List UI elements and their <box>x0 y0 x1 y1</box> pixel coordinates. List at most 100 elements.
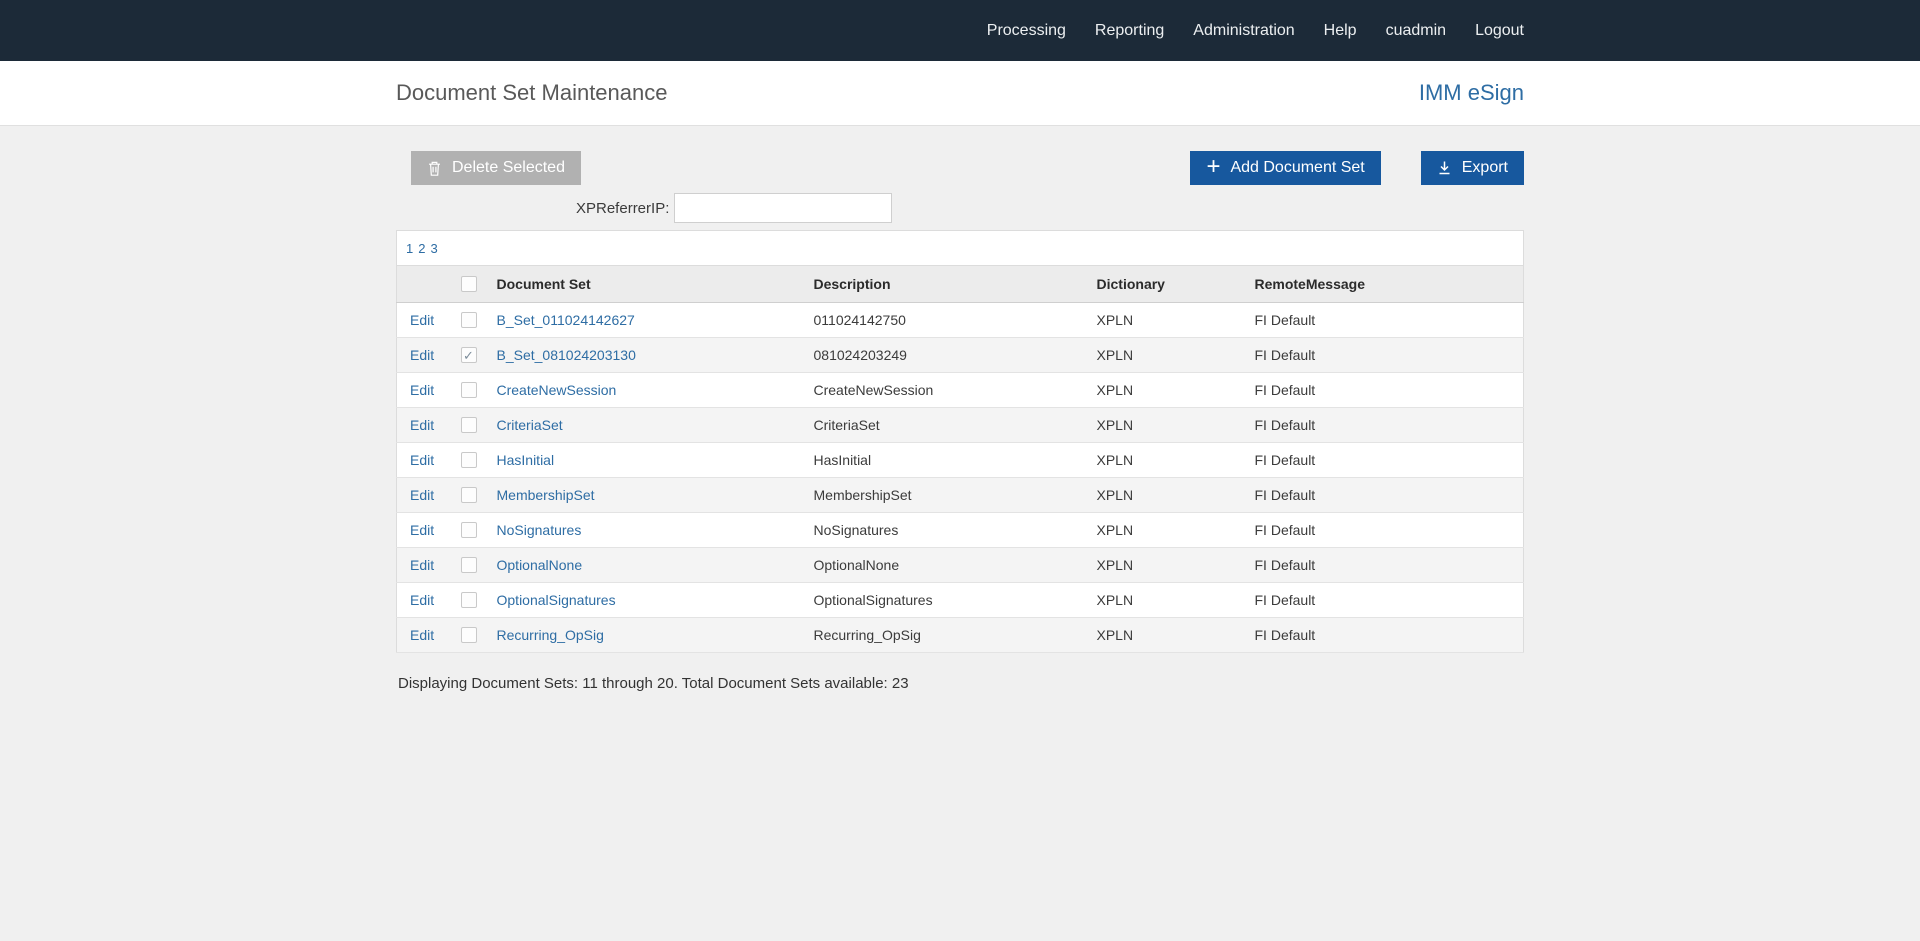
remote-message-cell: FI Default <box>1255 617 1524 652</box>
export-button[interactable]: Export <box>1421 151 1524 185</box>
export-label: Export <box>1462 159 1508 177</box>
edit-link[interactable]: Edit <box>397 487 434 503</box>
page-link-2[interactable]: 2 <box>418 241 425 256</box>
xpreferrerip-label: XPReferrerIP: <box>576 200 669 217</box>
dictionary-cell: XPLN <box>1097 547 1255 582</box>
table-row: Edit OptionalSignatures OptionalSignatures… <box>397 582 1524 617</box>
row-checkbox[interactable] <box>461 452 477 468</box>
description-cell: Recurring_OpSig <box>814 617 1097 652</box>
table-row: EditMembershipSetMembershipSetXPLNFI Def… <box>397 477 1524 512</box>
column-header-remote-message: RemoteMessage <box>1255 266 1524 302</box>
toolbar-right: + Add Document Set Export <box>1190 151 1524 185</box>
edit-link[interactable]: Edit <box>397 382 434 398</box>
description-cell: CriteriaSet <box>814 407 1097 442</box>
remote-message-cell: FI Default <box>1255 512 1524 547</box>
document-set-link[interactable]: CreateNewSession <box>497 382 617 398</box>
remote-message-cell: FI Default <box>1255 547 1524 582</box>
row-checkbox[interactable] <box>461 627 477 643</box>
edit-link[interactable]: Edit <box>397 312 434 328</box>
plus-icon: + <box>1206 155 1220 179</box>
row-checkbox[interactable] <box>461 417 477 433</box>
table-row: EditOptionalNoneOptionalNoneXPLNFI Defau… <box>397 547 1524 582</box>
description-cell: MembershipSet <box>814 477 1097 512</box>
dictionary-cell: XPLN <box>1097 442 1255 477</box>
filter-row: XPReferrerIP: <box>576 193 1524 223</box>
dictionary-cell: XPLN <box>1097 617 1255 652</box>
table-header-row: Document Set Description Dictionary Remo… <box>397 266 1524 302</box>
document-set-link[interactable]: NoSignatures <box>497 522 582 538</box>
dictionary-cell: XPLN <box>1097 337 1255 372</box>
remote-message-cell: FI Default <box>1255 477 1524 512</box>
document-set-link[interactable]: Recurring_OpSig <box>497 627 604 643</box>
remote-message-cell: FI Default <box>1255 407 1524 442</box>
edit-link[interactable]: Edit <box>397 452 434 468</box>
remote-message-cell: FI Default <box>1255 442 1524 477</box>
document-set-link[interactable]: B_Set_081024203130 <box>497 347 636 363</box>
description-cell: OptionalNone <box>814 547 1097 582</box>
column-header-description: Description <box>814 266 1097 302</box>
document-set-link[interactable]: B_Set_011024142627 <box>497 312 635 328</box>
document-set-link[interactable]: HasInitial <box>497 452 555 468</box>
nav-item-processing[interactable]: Processing <box>987 22 1066 40</box>
document-set-link[interactable]: CriteriaSet <box>497 417 563 433</box>
edit-link[interactable]: Edit <box>397 417 434 433</box>
row-checkbox[interactable]: ✓ <box>461 347 477 363</box>
nav-item-cuadmin[interactable]: cuadmin <box>1386 22 1446 40</box>
nav-item-reporting[interactable]: Reporting <box>1095 22 1164 40</box>
document-set-link[interactable]: OptionalNone <box>497 557 583 573</box>
table-row: Edit✓B_Set_081024203130081024203249XPLNF… <box>397 337 1524 372</box>
nav-item-administration[interactable]: Administration <box>1193 22 1294 40</box>
edit-link[interactable]: Edit <box>397 557 434 573</box>
remote-message-cell: FI Default <box>1255 302 1524 337</box>
page-link-3[interactable]: 3 <box>430 241 437 256</box>
trash-icon <box>427 160 442 177</box>
add-document-set-button[interactable]: + Add Document Set <box>1190 151 1380 185</box>
table-row: EditNoSignaturesNoSignaturesXPLNFI Defau… <box>397 512 1524 547</box>
checkbox-column-header <box>461 266 497 302</box>
edit-link[interactable]: Edit <box>397 522 434 538</box>
add-document-set-label: Add Document Set <box>1230 159 1364 177</box>
nav-item-help[interactable]: Help <box>1324 22 1357 40</box>
dictionary-cell: XPLN <box>1097 477 1255 512</box>
dictionary-cell: XPLN <box>1097 302 1255 337</box>
row-checkbox[interactable] <box>461 557 477 573</box>
table-row: EditCreateNewSessionCreateNewSessionXPLN… <box>397 372 1524 407</box>
row-checkbox[interactable] <box>461 592 477 608</box>
table-row: EditRecurring_OpSigRecurring_OpSigXPLNFI… <box>397 617 1524 652</box>
row-checkbox[interactable] <box>461 522 477 538</box>
table-row: EditHasInitialHasInitialXPLNFI Default <box>397 442 1524 477</box>
page-title: Document Set Maintenance <box>396 80 668 106</box>
brand-logo: IMM eSign <box>1419 80 1524 106</box>
xpreferrerip-input[interactable] <box>674 193 892 223</box>
row-checkbox[interactable] <box>461 382 477 398</box>
edit-link[interactable]: Edit <box>397 592 434 608</box>
row-checkbox[interactable] <box>461 312 477 328</box>
table-row: Edit B_Set_011024142627 011024142750XPLNFI… <box>397 302 1524 337</box>
download-icon <box>1437 160 1452 176</box>
dictionary-cell: XPLN <box>1097 512 1255 547</box>
description-cell: NoSignatures <box>814 512 1097 547</box>
dictionary-cell: XPLN <box>1097 372 1255 407</box>
document-set-link[interactable]: MembershipSet <box>497 487 595 503</box>
edit-link[interactable]: Edit <box>397 347 434 363</box>
main-content: Delete Selected + Add Document Set Expor… <box>396 151 1524 692</box>
description-cell: 011024142750 <box>814 302 1097 337</box>
document-set-table: Document Set Description Dictionary Remo… <box>396 266 1524 653</box>
delete-selected-button[interactable]: Delete Selected <box>411 151 581 185</box>
document-set-table-body: EditB_Set_011024142627011024142750XPLNFI… <box>397 302 1524 652</box>
edit-link[interactable]: Edit <box>397 627 434 643</box>
column-header-dictionary: Dictionary <box>1097 266 1255 302</box>
nav-item-logout[interactable]: Logout <box>1475 22 1524 40</box>
select-all-checkbox[interactable] <box>461 276 477 292</box>
dictionary-cell: XPLN <box>1097 407 1255 442</box>
page-link-1[interactable]: 1 <box>406 241 413 256</box>
description-cell: OptionalSignatures <box>814 582 1097 617</box>
page-header: Document Set Maintenance IMM eSign <box>0 61 1920 126</box>
document-set-link[interactable]: OptionalSignatures <box>497 592 616 608</box>
table-row: EditCriteriaSetCriteriaSetXPLNFI Default <box>397 407 1524 442</box>
pagination: 123 <box>396 230 1524 266</box>
dictionary-cell: XPLN <box>1097 582 1255 617</box>
top-nav: Processing Reporting Administration Help cua… <box>987 22 1524 40</box>
row-checkbox[interactable] <box>461 487 477 503</box>
delete-selected-label: Delete Selected <box>452 159 565 177</box>
